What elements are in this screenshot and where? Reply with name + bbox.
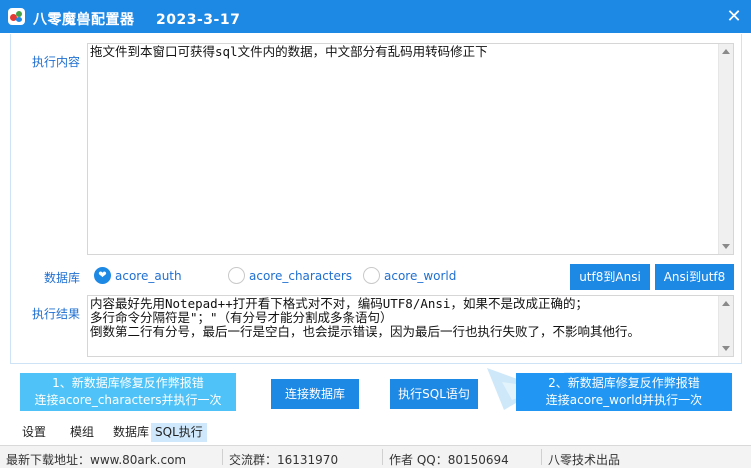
fix-world-line2: 连接acore_world并执行一次 <box>545 393 703 407</box>
window-title: 八零魔兽配置器 2023-3-17 <box>33 12 241 28</box>
radio-circle-icon <box>228 267 245 284</box>
exec-result-textarea[interactable]: 内容最好先用Notepad++打开看下格式对不对，编码UTF8/Ansi，如果不… <box>87 295 734 357</box>
tab-modules[interactable]: 模组 <box>66 423 98 442</box>
status-divider <box>541 449 542 465</box>
exec-result-line: 多行命令分隔符是"；"（有分号才能分割成多条语句） <box>90 310 393 325</box>
scroll-up-arrow-icon[interactable] <box>722 301 730 306</box>
radio-circle-icon <box>363 267 380 284</box>
exec-result-line: 内容最好先用Notepad++打开看下格式对不对，编码UTF8/Ansi，如果不… <box>90 296 588 311</box>
status-bar: 最新下载地址：www.80ark.com 交流群：16131970 作者 QQ：… <box>0 445 751 468</box>
ansi-to-utf8-button[interactable]: Ansi到utf8 <box>655 264 734 290</box>
radio-acore-auth-label: acore_auth <box>115 269 182 283</box>
fix-world-line1: 2、新数据库修复反作弊报错 <box>548 376 700 390</box>
utf8-to-ansi-button[interactable]: utf8到Ansi <box>570 264 650 290</box>
tab-database[interactable]: 数据库 <box>109 423 153 442</box>
fix-characters-line1: 1、新数据库修复反作弊报错 <box>52 376 204 390</box>
exec-result-label: 执行结果 <box>32 307 81 321</box>
database-label: 数据库 <box>44 271 81 285</box>
exec-content-label: 执行内容 <box>32 55 81 69</box>
fix-characters-line2: 连接acore_characters并执行一次 <box>34 393 222 407</box>
exec-content-scrollbar[interactable] <box>718 44 733 254</box>
radio-acore-world-label: acore_world <box>384 269 457 283</box>
group-number-text: 交流群：16131970 <box>229 453 339 467</box>
fix-characters-anticheat-button[interactable]: 1、新数据库修复反作弊报错 连接acore_characters并执行一次 <box>20 373 236 411</box>
app-icon <box>8 8 25 25</box>
title-bar[interactable]: 八零魔兽配置器 2023-3-17 ✕ <box>0 0 751 33</box>
scroll-down-arrow-icon[interactable] <box>722 346 730 351</box>
status-divider <box>222 449 223 465</box>
heart-icon: ❤ <box>94 267 111 284</box>
exec-content-textarea[interactable]: 拖文件到本窗口可获得sql文件内的数据，中文部分有乱码用转码修正下 <box>87 43 734 255</box>
scroll-up-arrow-icon[interactable] <box>722 49 730 54</box>
tab-settings[interactable]: 设置 <box>18 423 50 442</box>
connect-database-button[interactable]: 连接数据库 <box>271 379 359 409</box>
execute-sql-button[interactable]: 执行SQL语句 <box>390 379 478 409</box>
fix-world-anticheat-button[interactable]: 2、新数据库修复反作弊报错 连接acore_world并执行一次 <box>516 373 732 411</box>
scroll-down-arrow-icon[interactable] <box>722 244 730 249</box>
exec-result-line: 倒数第二行有分号，最后一行是空白，也会提示错误，因为最后一行也执行失败了，不影响… <box>90 324 641 339</box>
product-credit-text: 八零技术出品 <box>548 453 621 467</box>
download-link-text[interactable]: 最新下载地址：www.80ark.com <box>6 451 186 468</box>
exec-result-scrollbar[interactable] <box>718 296 733 356</box>
exec-content-text: 拖文件到本窗口可获得sql文件内的数据，中文部分有乱码用转码修正下 <box>90 44 488 59</box>
radio-acore-characters-label: acore_characters <box>249 269 353 283</box>
status-divider <box>382 449 383 465</box>
author-qq-text: 作者 QQ：80150694 <box>389 453 509 467</box>
tab-sql-exec[interactable]: SQL执行 <box>151 423 207 442</box>
close-button[interactable]: ✕ <box>717 0 751 33</box>
